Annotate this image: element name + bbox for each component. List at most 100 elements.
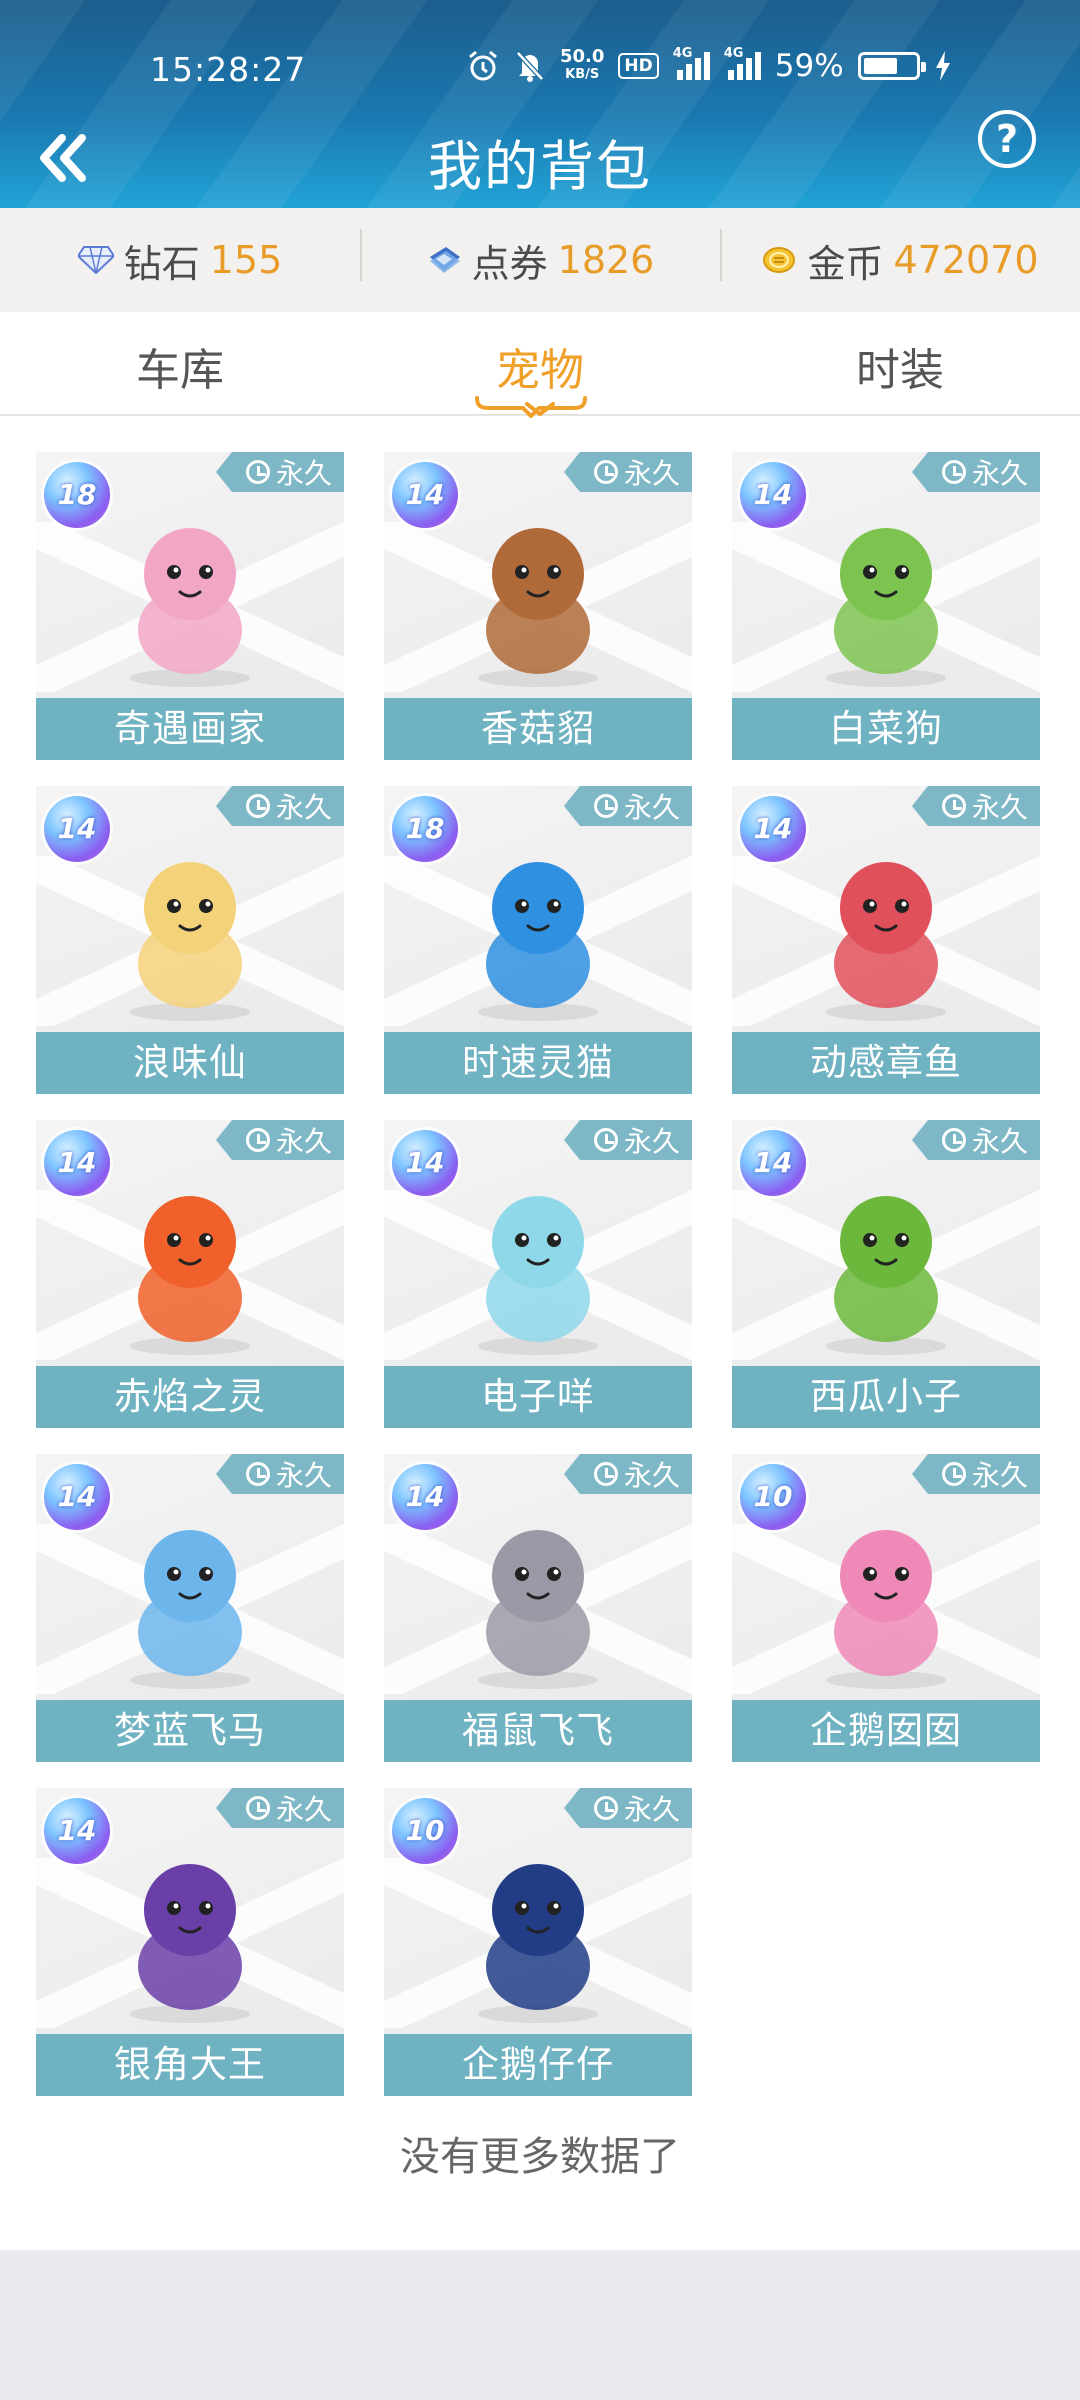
tab-pets-label: 宠物 xyxy=(496,345,584,396)
pet-card[interactable]: 14 永久 西瓜小子 xyxy=(732,1120,1040,1428)
currency-diamond-value: 155 xyxy=(209,238,283,282)
duration-tag: 永久 xyxy=(215,452,344,492)
pet-card[interactable]: 14 永久 电子咩 xyxy=(384,1120,692,1428)
alarm-icon xyxy=(466,49,500,83)
clock-icon xyxy=(245,1128,270,1152)
duration-label: 永久 xyxy=(275,1793,332,1826)
duration-tag: 永久 xyxy=(563,786,692,826)
app-header: 15:28:27 50.0 KB/S HD 4G 4G 59% 我的背包 ? xyxy=(0,0,1080,208)
currency-coupon-label: 点券 xyxy=(471,241,548,286)
pet-card[interactable]: 14 永久 动感章鱼 xyxy=(732,786,1040,1094)
pet-image xyxy=(130,1530,250,1689)
duration-tag: 永久 xyxy=(911,1120,1040,1160)
duration-label: 永久 xyxy=(623,457,680,490)
clock-icon xyxy=(593,1462,618,1486)
tab-pets[interactable]: 宠物 xyxy=(360,312,720,418)
duration-tag: 永久 xyxy=(215,1788,344,1828)
clock-icon xyxy=(941,1128,966,1152)
signal-2-label: 4G xyxy=(723,46,744,61)
duration-label: 永久 xyxy=(623,1793,680,1826)
clock-icon xyxy=(245,460,270,484)
pet-card[interactable]: 14 永久 梦蓝飞马 xyxy=(36,1454,344,1762)
pet-name: 企鹅囡囡 xyxy=(732,1700,1040,1762)
pet-image xyxy=(478,862,598,1021)
currency-gold-label: 金币 xyxy=(807,241,884,286)
duration-tag: 永久 xyxy=(563,452,692,492)
clock-icon xyxy=(593,1796,618,1820)
hd-badge: HD xyxy=(618,53,659,79)
net-speed: 50.0 KB/S xyxy=(560,48,604,84)
pet-image xyxy=(478,1864,598,2023)
status-icons: 50.0 KB/S HD 4G 4G 59% xyxy=(466,46,952,84)
pet-card[interactable]: 14 永久 银角大王 xyxy=(36,1788,344,2096)
status-time: 15:28:27 xyxy=(150,50,307,89)
pet-card[interactable]: 10 永久 企鹅囡囡 xyxy=(732,1454,1040,1762)
pet-image xyxy=(826,1530,946,1689)
currency-coupon-value: 1826 xyxy=(557,238,655,282)
pet-name: 福鼠飞飞 xyxy=(384,1700,692,1762)
duration-label: 永久 xyxy=(623,791,680,824)
charging-icon xyxy=(934,50,952,82)
clock-icon xyxy=(245,1796,270,1820)
pet-name: 企鹅仔仔 xyxy=(384,2034,692,2096)
currency-bar: 钻石 155 点券 1826 金币 472070 xyxy=(0,208,1080,312)
clock-icon xyxy=(941,460,966,484)
pet-name: 银角大王 xyxy=(36,2034,344,2096)
pet-name: 动感章鱼 xyxy=(732,1032,1040,1094)
diamond-icon xyxy=(77,246,114,275)
currency-coupon: 点券 1826 xyxy=(360,228,720,288)
duration-tag: 永久 xyxy=(911,1454,1040,1494)
net-speed-unit: KB/S xyxy=(565,67,600,82)
clock-icon xyxy=(245,794,270,818)
clock-icon xyxy=(593,460,618,484)
duration-tag: 永久 xyxy=(563,1788,692,1828)
duration-tag: 永久 xyxy=(563,1454,692,1494)
currency-gold: 金币 472070 xyxy=(720,228,1080,288)
duration-tag: 永久 xyxy=(215,1454,344,1494)
pet-name: 香菇貂 xyxy=(384,698,692,760)
pet-grid: 18 永久 奇遇画家 14 永久 香菇貂 14 永久 白菜狗 14 永久 浪味仙 18 永久 时速灵猫 14 永… xyxy=(36,452,1044,2096)
page-title: 我的背包 xyxy=(428,135,652,198)
tab-garage[interactable]: 车库 xyxy=(0,312,360,414)
tab-costumes[interactable]: 时装 xyxy=(720,312,1080,414)
active-tab-indicator xyxy=(475,396,587,418)
clock-icon xyxy=(941,1462,966,1486)
pet-name: 浪味仙 xyxy=(36,1032,344,1094)
duration-label: 永久 xyxy=(275,1459,332,1492)
pet-card[interactable]: 18 永久 时速灵猫 xyxy=(384,786,692,1094)
pet-card[interactable]: 14 永久 浪味仙 xyxy=(36,786,344,1094)
duration-label: 永久 xyxy=(275,1125,332,1158)
duration-tag: 永久 xyxy=(215,1120,344,1160)
bottom-blank-area xyxy=(0,2250,1080,2400)
pet-card[interactable]: 10 永久 企鹅仔仔 xyxy=(384,1788,692,2096)
pet-card[interactable]: 18 永久 奇遇画家 xyxy=(36,452,344,760)
duration-label: 永久 xyxy=(971,1459,1028,1492)
pet-card[interactable]: 14 永久 香菇貂 xyxy=(384,452,692,760)
duration-label: 永久 xyxy=(971,791,1028,824)
pet-name: 西瓜小子 xyxy=(732,1366,1040,1428)
pet-name: 电子咩 xyxy=(384,1366,692,1428)
no-more-data-text: 没有更多数据了 xyxy=(400,2134,680,2180)
pet-name: 白菜狗 xyxy=(732,698,1040,760)
pet-card[interactable]: 14 永久 白菜狗 xyxy=(732,452,1040,760)
pet-card[interactable]: 14 永久 赤焰之灵 xyxy=(36,1120,344,1428)
duration-tag: 永久 xyxy=(563,1120,692,1160)
duration-label: 永久 xyxy=(275,791,332,824)
duration-label: 永久 xyxy=(623,1125,680,1158)
battery-icon xyxy=(857,52,926,80)
pet-image xyxy=(130,1196,250,1355)
pet-card[interactable]: 14 永久 福鼠飞飞 xyxy=(384,1454,692,1762)
signal-1-label: 4G xyxy=(672,46,693,61)
pet-image xyxy=(826,528,946,687)
battery-percent: 59% xyxy=(774,48,844,84)
pet-image xyxy=(478,1530,598,1689)
pet-image xyxy=(478,528,598,687)
currency-diamond: 钻石 155 xyxy=(0,233,360,288)
signal-1-icon: 4G xyxy=(673,46,710,80)
currency-diamond-label: 钻石 xyxy=(123,241,200,286)
help-button[interactable]: ? xyxy=(978,110,1036,168)
pet-image xyxy=(826,862,946,1021)
duration-label: 永久 xyxy=(623,1459,680,1492)
pet-image xyxy=(130,1864,250,2023)
duration-tag: 永久 xyxy=(911,786,1040,826)
